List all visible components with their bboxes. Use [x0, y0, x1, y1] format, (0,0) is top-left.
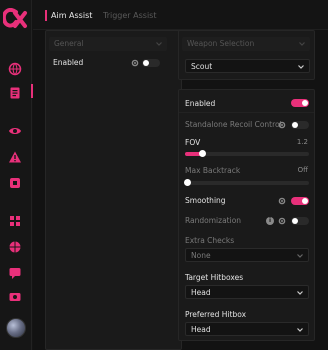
settings-icon[interactable] [8, 290, 22, 304]
preferred-hitbox-dropdown[interactable]: Head [185, 322, 309, 336]
standalone-recoil-label: Standalone Recoil Control [185, 120, 282, 129]
sidebar [0, 0, 33, 350]
general-dropdown-label: General [54, 39, 84, 48]
general-enabled-label: Enabled [53, 58, 84, 67]
preferred-hitbox-value: Head [191, 325, 211, 334]
randomization-toggle[interactable] [291, 217, 309, 225]
chevron-down-icon [296, 249, 304, 263]
warning-icon[interactable] [8, 150, 22, 164]
chat-icon[interactable] [8, 266, 22, 280]
gear-icon[interactable] [131, 59, 139, 67]
info-icon[interactable]: i [266, 217, 274, 225]
logo-icon [1, 8, 29, 30]
weapon-select-dropdown[interactable]: Scout [185, 59, 310, 73]
chevron-down-icon [297, 60, 305, 74]
chevron-down-icon [155, 37, 163, 51]
weapon-selected-value: Scout [191, 62, 213, 71]
tab-aim-assist[interactable]: Aim Assist [45, 10, 92, 21]
extra-checks-label: Extra Checks [185, 236, 235, 245]
fov-label: FOV [185, 138, 201, 147]
gear-icon[interactable] [278, 217, 286, 225]
weapon-selection-panel: Weapon Selection Scout [178, 30, 315, 80]
general-dropdown[interactable]: General [49, 37, 167, 51]
globe-icon[interactable] [8, 62, 22, 76]
standalone-recoil-toggle[interactable] [291, 121, 309, 129]
extra-checks-value: None [191, 251, 211, 260]
tab-trigger-assist[interactable]: Trigger Assist [103, 10, 156, 21]
general-panel: General Enabled [45, 30, 182, 350]
max-backtrack-label: Max Backtrack [185, 166, 241, 175]
target-hitboxes-value: Head [191, 288, 211, 297]
general-enabled-toggle[interactable] [142, 59, 160, 67]
enabled-toggle[interactable] [291, 99, 309, 107]
chevron-down-icon [296, 286, 304, 300]
max-backtrack-slider-track[interactable] [185, 181, 309, 185]
enabled-label: Enabled [185, 99, 216, 108]
weapon-settings-panel: Enabled Standalone Recoil Control FOV 1.… [178, 89, 315, 341]
extra-checks-dropdown[interactable]: None [185, 248, 309, 262]
main-content: General Enabled Weapon Selection Scout E… [33, 30, 328, 350]
max-backtrack-value: Off [297, 166, 308, 174]
chevron-down-icon [296, 323, 304, 337]
gear-icon[interactable] [278, 121, 286, 129]
smoothing-label: Smoothing [185, 196, 226, 205]
plugin-icon[interactable] [8, 176, 22, 190]
max-backtrack-slider-handle[interactable] [184, 179, 191, 186]
weapon-selection-label: Weapon Selection [187, 39, 255, 48]
fov-value: 1.2 [296, 138, 308, 146]
weapon-selection-header[interactable]: Weapon Selection [182, 37, 310, 51]
eye-icon[interactable] [8, 124, 22, 138]
chevron-down-icon [298, 37, 306, 51]
globe-icon[interactable] [8, 240, 22, 254]
preferred-hitbox-label: Preferred Hitbox [185, 310, 247, 319]
grid-icon[interactable] [8, 214, 22, 228]
smoothing-toggle[interactable] [291, 197, 309, 205]
randomization-label: Randomization [185, 216, 242, 225]
avatar[interactable] [6, 318, 26, 338]
top-bar: Aim Assist Trigger Assist [33, 0, 328, 30]
gear-icon[interactable] [278, 197, 286, 205]
target-hitboxes-dropdown[interactable]: Head [185, 285, 309, 299]
document-icon[interactable] [8, 86, 22, 100]
target-hitboxes-label: Target Hitboxes [185, 273, 244, 282]
divider [179, 112, 314, 113]
